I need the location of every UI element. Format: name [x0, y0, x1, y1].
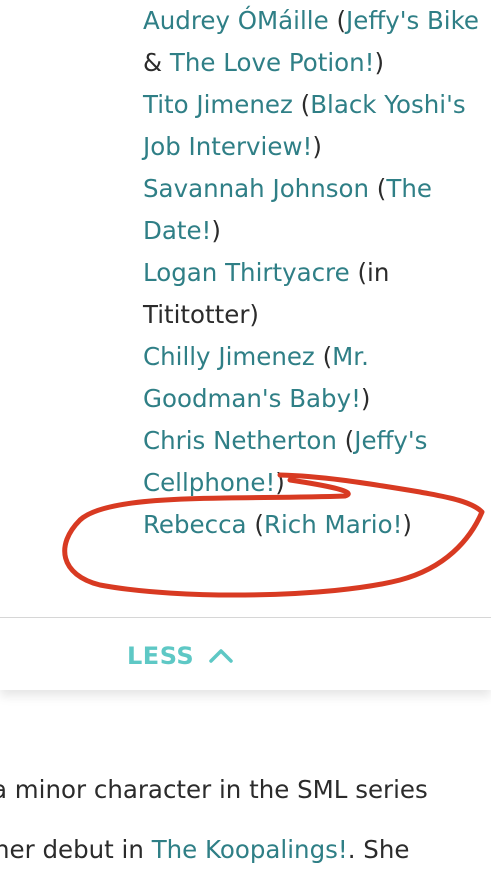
wiki-link[interactable]: Chris Netherton [143, 426, 337, 455]
wiki-link[interactable]: Tito Jimenez [143, 90, 293, 119]
plain-text: ) [275, 468, 285, 497]
plain-text: ( [314, 342, 333, 371]
plain-text: ) [360, 384, 371, 413]
voice-actor-list: Audrey ÓMáille (Jeffy's Bike & The Love P… [143, 0, 491, 546]
plain-text: Tititotter) [143, 300, 259, 329]
list-item-line: Chilly Jimenez (Mr. [143, 336, 491, 378]
wiki-link[interactable]: Job Interview! [143, 132, 312, 161]
list-item: Chris Netherton (Jeffy's Cellphone!) [143, 420, 491, 504]
wiki-link[interactable]: Jeffy's Bike [346, 6, 479, 35]
paragraph-line: a minor character in the SML series [0, 760, 491, 820]
list-item-line: Tititotter) [143, 294, 491, 336]
plain-text: ( [292, 90, 311, 119]
wiki-link[interactable]: Date! [143, 216, 211, 245]
credits-card: Audrey ÓMáille (Jeffy's Bike & The Love P… [0, 0, 491, 690]
list-item-line: Date!) [143, 210, 491, 252]
wiki-link[interactable]: Cellphone! [143, 468, 275, 497]
list-item: Logan Thirtyacre (in Tititotter) [143, 252, 491, 336]
list-item-line: Rebecca (Rich Mario!) [143, 504, 491, 546]
list-item-line: Chris Netherton (Jeffy's [143, 420, 491, 462]
list-item-line: & The Love Potion!) [143, 42, 491, 84]
chevron-up-icon [208, 648, 234, 664]
wiki-link[interactable]: Chilly Jimenez [143, 342, 315, 371]
wiki-link[interactable]: Goodman's Baby! [143, 384, 361, 413]
wiki-link[interactable]: Black Yoshi's [310, 90, 465, 119]
plain-text: ) [374, 48, 385, 77]
wiki-link[interactable]: Rebecca [143, 510, 247, 539]
plain-text: & [143, 48, 170, 77]
list-item-line: Savannah Johnson (The [143, 168, 491, 210]
list-item: Rebecca (Rich Mario!) [143, 504, 491, 546]
list-item-line: Audrey ÓMáille (Jeffy's Bike [143, 0, 491, 42]
less-button[interactable]: LESS [127, 636, 234, 676]
wiki-link[interactable]: The Love Potion! [170, 48, 375, 77]
wiki-link[interactable]: Logan Thirtyacre [143, 258, 350, 287]
list-item-line: Job Interview!) [143, 126, 491, 168]
paragraph-line: her debut in The Koopalings!. She [0, 820, 491, 872]
plain-text: her debut in [0, 835, 152, 864]
plain-text: ( [336, 426, 355, 455]
plain-text: a minor character in the SML series [0, 775, 428, 804]
list-item: Savannah Johnson (The Date!) [143, 168, 491, 252]
plain-text: ) [402, 510, 412, 539]
wiki-link[interactable]: Jeffy's [354, 426, 427, 455]
plain-text: ) [211, 216, 221, 245]
wiki-link[interactable]: Audrey ÓMáille [143, 6, 329, 35]
list-item-line: Cellphone!) [143, 462, 491, 504]
list-item-line: Logan Thirtyacre (in [143, 252, 491, 294]
list-item: Chilly Jimenez (Mr. Goodman's Baby!) [143, 336, 491, 420]
plain-text: ( [246, 510, 264, 539]
wiki-link[interactable]: The [386, 174, 432, 203]
list-item-line: Tito Jimenez (Black Yoshi's [143, 84, 491, 126]
article-paragraph: a minor character in the SML series her d… [0, 760, 491, 872]
plain-text: . She [347, 835, 410, 864]
list-item: Tito Jimenez (Black Yoshi's Job Interview… [143, 84, 491, 168]
list-item-line: Goodman's Baby!) [143, 378, 491, 420]
plain-text: (in [349, 258, 390, 287]
wiki-link[interactable]: Savannah Johnson [143, 174, 369, 203]
wiki-link[interactable]: The Koopalings! [152, 835, 348, 864]
plain-text: ( [328, 6, 347, 35]
wiki-link[interactable]: Rich Mario! [264, 510, 402, 539]
wiki-link[interactable]: Mr. [332, 342, 369, 371]
less-label: LESS [127, 642, 195, 670]
list-item: Audrey ÓMáille (Jeffy's Bike & The Love P… [143, 0, 491, 84]
plain-text: ( [369, 174, 387, 203]
plain-text: ) [312, 132, 322, 161]
divider [0, 617, 491, 618]
